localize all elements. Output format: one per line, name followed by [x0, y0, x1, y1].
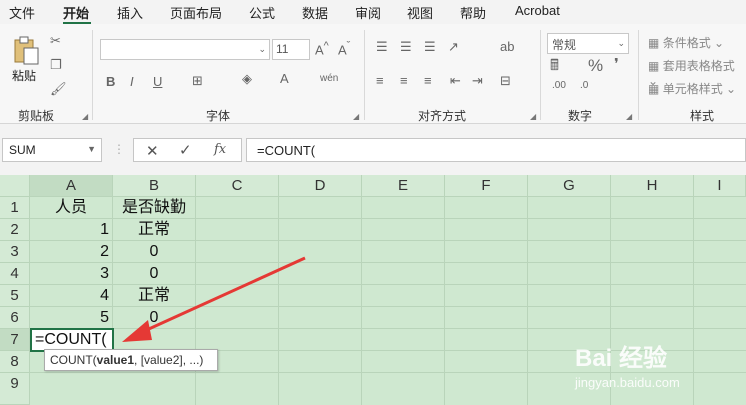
arrow-line: [139, 256, 306, 335]
tooltip-args-rest: , [value2], ...): [134, 353, 204, 367]
tooltip-function-name[interactable]: COUNT(: [50, 353, 97, 367]
function-tooltip: COUNT(value1, [value2], ...): [44, 349, 218, 371]
arrow-head: [122, 320, 152, 342]
watermark-url: jingyan.baidu.com: [575, 375, 680, 390]
watermark-logo: Bai 经验: [575, 345, 668, 372]
tooltip-arg-current: value1: [96, 353, 135, 367]
